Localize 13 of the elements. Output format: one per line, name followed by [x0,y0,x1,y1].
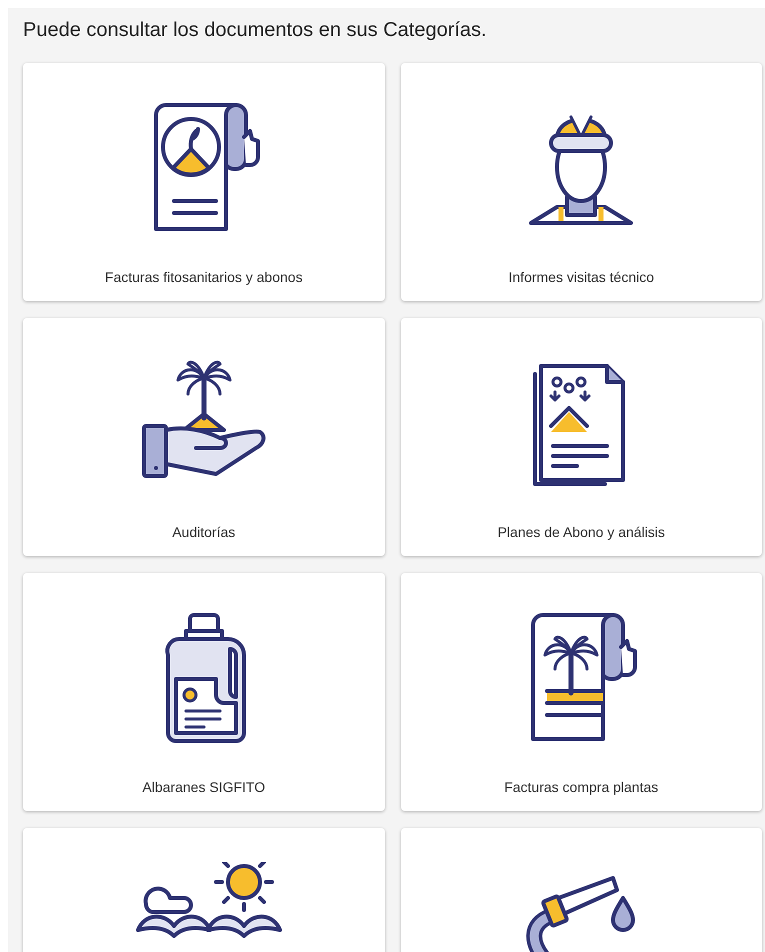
category-label: Albaranes SIGFITO [142,778,266,797]
category-label: Facturas compra plantas [504,778,658,797]
category-label: Auditorías [172,523,236,542]
category-label: Facturas fitosanitarios y abonos [104,268,303,287]
category-card[interactable]: Albaranes SIGFITO [23,573,384,811]
category-label: Planes de Abono y análisis [498,523,665,542]
category-card[interactable]: Facturas fitosanitarios y abonos [23,63,384,301]
category-label: Informes visitas técnico [508,268,654,287]
category-card[interactable]: Informes visitas técnico [400,63,762,301]
category-card[interactable]: Planes de Abono y análisis [400,318,762,556]
page-heading: Puede consultar los documentos en sus Categorías. [23,18,488,42]
category-card[interactable]: Auditorías [23,318,384,556]
category-card[interactable]: Facturas compra plantas [400,573,762,811]
